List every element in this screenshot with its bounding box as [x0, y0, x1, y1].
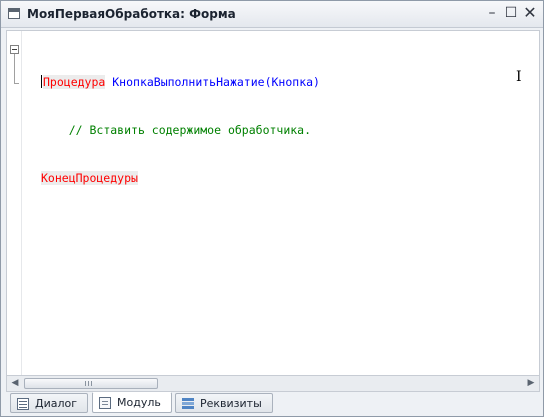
code-line-procedure: Процедура КнопкаВыполнитьНажатие(Кнопка) [41, 74, 320, 90]
close-button[interactable]: ✕ [521, 4, 539, 22]
form-tabs: Диалог Модуль Реквизиты [6, 392, 540, 415]
code-line-end: КонецПроцедуры [41, 170, 320, 186]
code-editor[interactable]: Процедура КнопкаВыполнитьНажатие(Кнопка)… [6, 30, 540, 376]
fold-end-mark [14, 83, 19, 84]
thumb-grip [91, 381, 92, 386]
minimize-button[interactable]: – [483, 4, 501, 22]
code-line-comment: // Вставить содержимое обработчика. [41, 122, 320, 138]
title-bar[interactable]: МояПерваяОбработка: Форма – ☐ ✕ [1, 1, 543, 28]
maximize-button[interactable]: ☐ [502, 4, 520, 22]
tab-attributes-label: Реквизиты [200, 397, 262, 410]
form-window: МояПерваяОбработка: Форма – ☐ ✕ Процедур… [0, 0, 544, 417]
ibeam-cursor-icon: I [516, 69, 522, 85]
text-caret [41, 75, 42, 88]
fold-gutter [7, 31, 22, 375]
procedure-params: (Кнопка) [264, 75, 320, 89]
collapse-toggle-icon[interactable] [10, 45, 19, 54]
code-comment: // Вставить содержимое обработчика. [68, 123, 312, 137]
thumb-grip [88, 381, 89, 386]
window-title: МояПерваяОбработка: Форма [27, 7, 236, 21]
horizontal-scrollbar[interactable]: ◀ ▶ [6, 375, 540, 392]
attributes-icon [182, 398, 194, 410]
procedure-name: КнопкаВыполнитьНажатие [112, 75, 265, 89]
tab-dialog[interactable]: Диалог [10, 393, 89, 413]
tab-dialog-label: Диалог [35, 397, 78, 410]
tab-attributes[interactable]: Реквизиты [175, 393, 273, 413]
scroll-right-arrow-icon[interactable]: ▶ [523, 376, 539, 391]
fold-guide-line [14, 54, 15, 84]
scroll-left-arrow-icon[interactable]: ◀ [7, 376, 23, 391]
tab-module-label: Модуль [117, 396, 161, 409]
procedure-keyword: Процедура [43, 75, 106, 89]
end-procedure-keyword: КонецПроцедуры [41, 171, 138, 185]
dialog-icon [17, 398, 29, 410]
module-icon [99, 397, 111, 409]
thumb-grip [85, 381, 86, 386]
scrollbar-thumb[interactable] [24, 378, 158, 389]
code-text[interactable]: Процедура КнопкаВыполнитьНажатие(Кнопка)… [41, 42, 320, 218]
form-window-icon [8, 8, 20, 19]
tab-module[interactable]: Модуль [92, 392, 172, 413]
